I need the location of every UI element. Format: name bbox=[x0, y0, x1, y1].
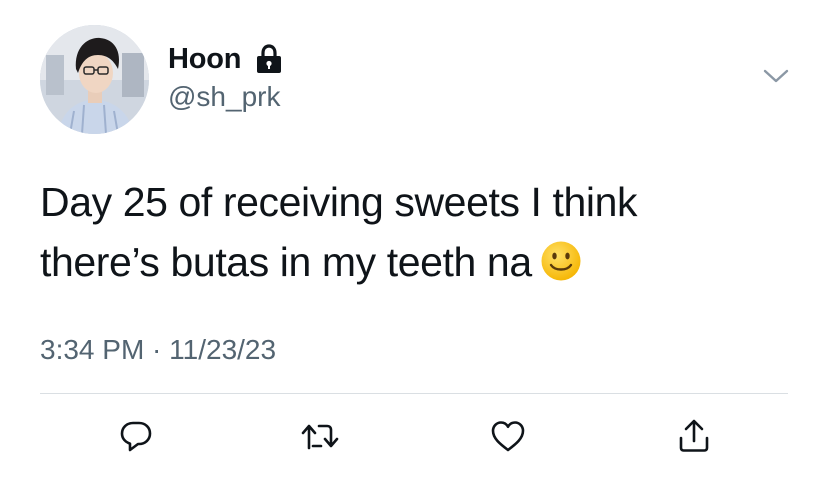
author-name-row: Hoon bbox=[168, 41, 283, 77]
user-handle[interactable]: @sh_prk bbox=[168, 81, 280, 113]
tweet-text-line-2-text: there’s butas in my teeth na bbox=[40, 239, 532, 285]
heart-icon bbox=[491, 421, 525, 452]
avatar-photo bbox=[40, 25, 149, 134]
tweet-text-line-2: there’s butas in my teeth na bbox=[40, 232, 800, 292]
retweet-icon bbox=[301, 424, 339, 450]
divider bbox=[40, 393, 788, 394]
tweet-timestamp[interactable]: 3:34 PM · 11/23/23 bbox=[40, 334, 276, 366]
comment-icon bbox=[120, 421, 152, 452]
share-button[interactable] bbox=[674, 416, 714, 456]
slightly-smiling-face-icon bbox=[541, 241, 581, 281]
retweet-button[interactable] bbox=[300, 416, 340, 456]
tweet-card: Hoon @sh_prk Day 25 of receiving sweets … bbox=[0, 0, 828, 482]
like-button[interactable] bbox=[488, 416, 528, 456]
display-name[interactable]: Hoon bbox=[168, 43, 241, 76]
share-icon bbox=[679, 419, 709, 452]
lock-icon bbox=[257, 44, 282, 73]
tweet-text: Day 25 of receiving sweets I think there… bbox=[40, 172, 800, 292]
avatar[interactable] bbox=[40, 25, 149, 134]
tweet-text-line-1: Day 25 of receiving sweets I think bbox=[40, 179, 638, 225]
chevron-down-icon[interactable] bbox=[762, 66, 790, 86]
reply-button[interactable] bbox=[116, 416, 156, 456]
